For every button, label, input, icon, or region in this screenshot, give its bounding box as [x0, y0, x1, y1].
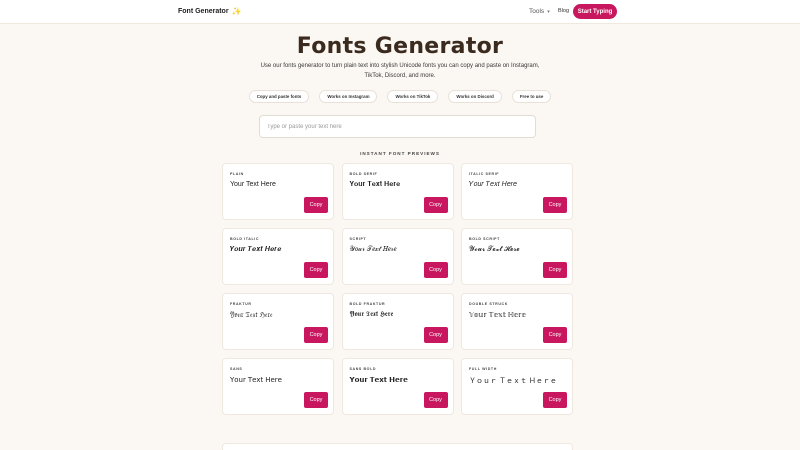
font-card-label: BOLD SCRIPT: [469, 237, 500, 241]
font-card-sample: Ｙｏｕｒ Ｔｅｘｔ Ｈｅｒｅ: [469, 378, 557, 385]
font-card-sample: 𝒀𝒐𝒖𝒓 𝑻𝒆𝒙𝒕 𝑯𝒆𝒓𝒆: [230, 246, 282, 253]
font-card-bold-fraktur: BOLD FRAKTUR 𝖄𝖔𝖚𝖗 𝕿𝖊𝖝𝖙 𝕳𝖊𝖗𝖊 Copy: [341, 293, 454, 350]
font-card-italic-serif: ITALIC SERIF 𝑌𝑜𝑢𝑟 𝑇𝑒𝑥𝑡 𝐻𝑒𝑟𝑒 Copy: [461, 163, 573, 220]
start-typing-button[interactable]: Start Typing: [573, 4, 617, 19]
font-card-label: ITALIC SERIF: [469, 172, 500, 176]
copy-button[interactable]: Copy: [304, 392, 328, 408]
page-title: Fonts Generator: [296, 34, 504, 59]
font-card-sample: 𝑌𝑜𝑢𝑟 𝑇𝑒𝑥𝑡 𝐻𝑒𝑟𝑒: [469, 181, 517, 188]
font-card-bold-italic: BOLD ITALIC 𝒀𝒐𝒖𝒓 𝑻𝒆𝒙𝒕 𝑯𝒆𝒓𝒆 Copy: [222, 228, 334, 285]
feature-chips: Copy and paste fonts Works on Instagram …: [0, 90, 800, 103]
font-card-sample: 𝒴𝑜𝓊𝓇 𝒯𝑒𝓍𝓉 𝐻𝑒𝓇𝑒: [349, 246, 397, 253]
feature-chip: Works on Instagram: [319, 90, 378, 103]
font-card-full-width: FULL WIDTH Ｙｏｕｒ Ｔｅｘｔ Ｈｅｒｅ Copy: [461, 358, 573, 415]
copy-button[interactable]: Copy: [543, 197, 567, 213]
sparkle-icon: ✨: [231, 7, 242, 16]
font-card-label: BOLD SERIF: [349, 172, 378, 176]
brand-name: Font Generator: [178, 8, 229, 15]
copy-button[interactable]: Copy: [304, 197, 328, 213]
feature-chip: Works on TikTok: [387, 90, 439, 103]
font-card-label: FRAKTUR: [230, 302, 252, 306]
top-header: Font Generator ✨ Tools ▾ Blog Start Typi…: [0, 0, 800, 24]
feature-chip: Copy and paste fonts: [248, 90, 310, 103]
font-card-script: SCRIPT 𝒴𝑜𝓊𝓇 𝒯𝑒𝓍𝓉 𝐻𝑒𝓇𝑒 Copy: [341, 228, 454, 285]
copy-button[interactable]: Copy: [423, 262, 448, 278]
brand-logo[interactable]: Font Generator ✨: [178, 7, 242, 16]
previews-heading: INSTANT FONT PREVIEWS: [360, 151, 440, 156]
font-card-sample: 𝖄𝖔𝖚𝖗 𝕿𝖊𝖝𝖙 𝕳𝖊𝖗𝖊: [349, 311, 394, 318]
font-card-label: SCRIPT: [349, 237, 367, 241]
copy-button[interactable]: Copy: [423, 197, 448, 213]
copy-button[interactable]: Copy: [543, 327, 567, 343]
font-card-label: SANS BOLD: [349, 367, 377, 371]
nav-tools-label: Tools: [529, 8, 545, 15]
font-card-label: SANS: [230, 367, 243, 371]
font-card-sample: 𝓨𝓸𝓾𝓻 𝓣𝓮𝔁𝓽 𝓗𝓮𝓻𝓮: [469, 246, 520, 253]
font-card-label: PLAIN: [230, 172, 244, 176]
font-card-bold-serif: BOLD SERIF 𝐘𝐨𝐮𝐫 𝐓𝐞𝐱𝐭 𝐇𝐞𝐫𝐞 Copy: [341, 163, 454, 220]
font-card-label: BOLD ITALIC: [230, 237, 260, 241]
copy-button[interactable]: Copy: [423, 327, 448, 343]
copy-button[interactable]: Copy: [304, 327, 328, 343]
font-card-sample: 𝖸𝗈𝗎𝗋 𝖳𝖾𝗑𝗍 𝖧𝖾𝗋𝖾: [230, 377, 282, 384]
font-card-bold-script: BOLD SCRIPT 𝓨𝓸𝓾𝓻 𝓣𝓮𝔁𝓽 𝓗𝓮𝓻𝓮 Copy: [461, 228, 573, 285]
font-preview-grid: PLAIN Your Text Here Copy BOLD SERIF 𝐘𝐨𝐮…: [222, 163, 573, 415]
font-card-sample: 𝔜𝔬𝔲𝔯 𝔗𝔢𝔵𝔱 ℌ𝔢𝔯𝔢: [230, 312, 273, 319]
nav-tools-menu[interactable]: Tools ▾: [529, 8, 550, 15]
text-input-box: [259, 115, 536, 138]
font-card-fraktur: FRAKTUR 𝔜𝔬𝔲𝔯 𝔗𝔢𝔵𝔱 ℌ𝔢𝔯𝔢 Copy: [222, 293, 334, 350]
copy-button[interactable]: Copy: [423, 392, 448, 408]
chevron-down-icon: ▾: [547, 8, 550, 15]
font-card-sample: 𝐘𝐨𝐮𝐫 𝐓𝐞𝐱𝐭 𝐇𝐞𝐫𝐞: [349, 181, 401, 188]
font-card-sans-bold: SANS BOLD 𝗬𝗼𝘂𝗿 𝗧𝗲𝘅𝘁 𝗛𝗲𝗿𝗲 Copy: [341, 358, 454, 415]
font-card-double-struck: DOUBLE STRUCK 𝕐𝕠𝕦𝕣 𝕋𝕖𝕩𝕥 ℍ𝕖𝕣𝕖 Copy: [461, 293, 573, 350]
font-card-sample: Your Text Here: [230, 181, 276, 188]
font-card-sample: 𝕐𝕠𝕦𝕣 𝕋𝕖𝕩𝕥 ℍ𝕖𝕣𝕖: [469, 312, 526, 319]
font-card-plain: PLAIN Your Text Here Copy: [222, 163, 334, 220]
page-subtitle: Use our fonts generator to turn plain te…: [260, 63, 540, 79]
font-card-label: FULL WIDTH: [469, 367, 497, 371]
font-card-label: BOLD FRAKTUR: [349, 302, 386, 306]
copy-button[interactable]: Copy: [304, 262, 328, 278]
font-card-sans: SANS 𝖸𝗈𝗎𝗋 𝖳𝖾𝗑𝗍 𝖧𝖾𝗋𝖾 Copy: [222, 358, 334, 415]
feature-chip: Free to use: [511, 90, 552, 103]
next-section-card: [222, 443, 573, 450]
text-input[interactable]: [267, 123, 535, 130]
font-card-sample: 𝗬𝗼𝘂𝗿 𝗧𝗲𝘅𝘁 𝗛𝗲𝗿𝗲: [349, 377, 408, 384]
font-card-label: DOUBLE STRUCK: [469, 302, 508, 306]
feature-chip: Works on Discord: [448, 90, 502, 103]
copy-button[interactable]: Copy: [543, 392, 567, 408]
copy-button[interactable]: Copy: [543, 262, 567, 278]
nav-blog-link[interactable]: Blog: [558, 8, 569, 14]
